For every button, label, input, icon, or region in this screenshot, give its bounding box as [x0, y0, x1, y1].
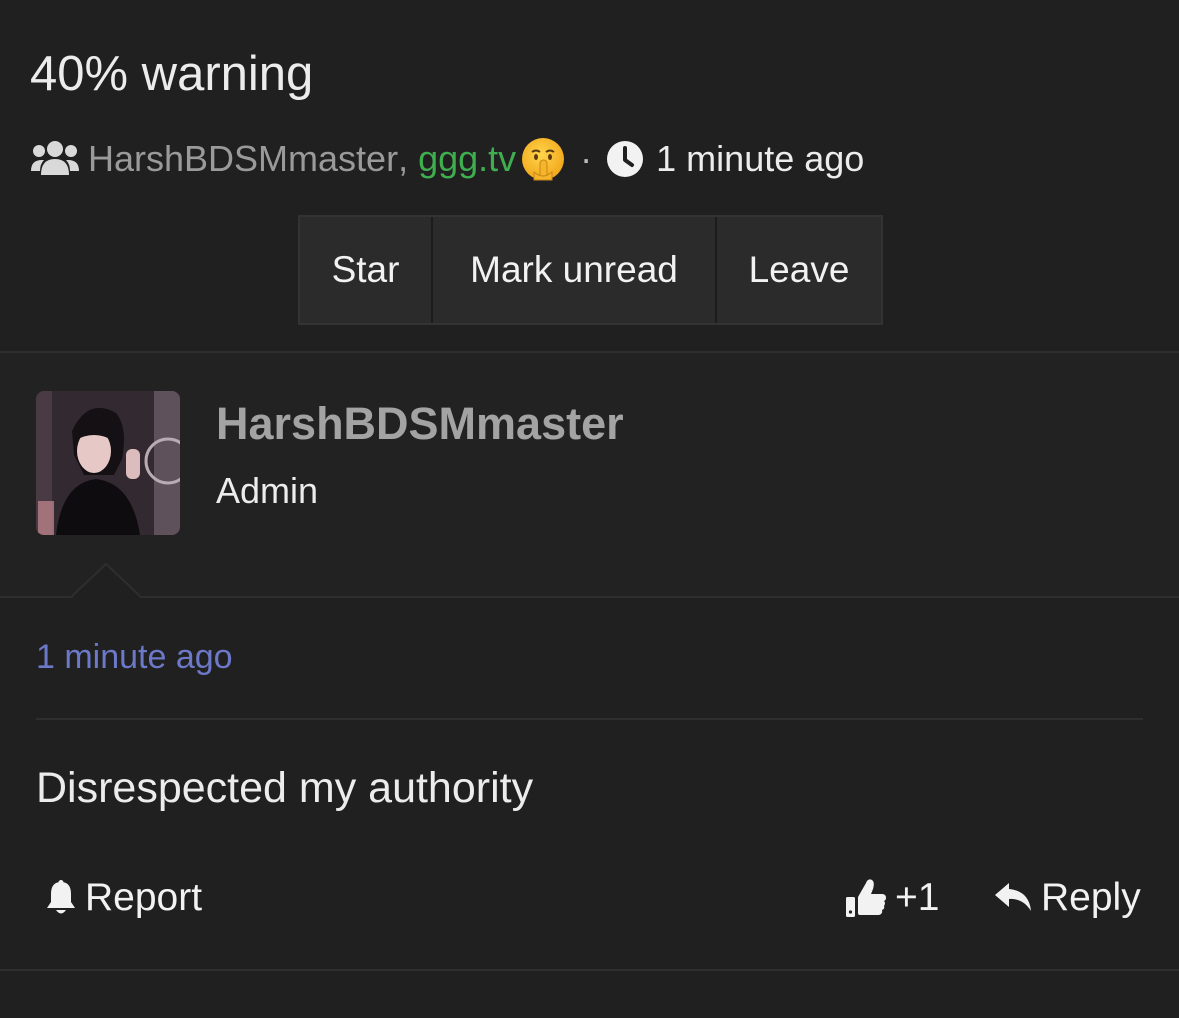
shushing-face-emoji-icon — [520, 136, 566, 182]
post-header-divider — [0, 596, 1179, 598]
participant-link-ggg-tv[interactable]: ggg.tv — [418, 138, 516, 180]
post-footer-divider — [0, 969, 1179, 971]
reply-label: Reply — [1041, 876, 1141, 919]
like-count: +1 — [895, 876, 940, 919]
thread-action-buttons: Star Mark unread Leave — [298, 215, 883, 325]
thread-updated-time: 1 minute ago — [656, 138, 865, 179]
post-author-role: Admin — [216, 470, 319, 511]
avatar[interactable] — [36, 391, 180, 535]
post-author-name[interactable]: HarshBDSMmaster — [216, 398, 624, 450]
thread-meta: HarshBDSMmaster , ggg.tv · 1 minute ago — [30, 134, 864, 184]
author-caret — [71, 563, 141, 599]
thread-title: 40% warning — [30, 47, 314, 101]
clock-icon — [606, 140, 644, 178]
reply-arrow-icon — [993, 881, 1033, 915]
leave-button[interactable]: Leave — [715, 217, 881, 323]
star-button[interactable]: Star — [300, 217, 431, 323]
report-label: Report — [85, 876, 203, 919]
like-button[interactable]: +1 — [845, 870, 939, 926]
thumbs-up-icon — [845, 877, 887, 919]
post-body-text: Disrespected my authority — [36, 764, 534, 812]
bell-icon — [45, 880, 77, 916]
participant-link-harshbdsmmaster[interactable]: HarshBDSMmaster — [88, 138, 398, 180]
report-button[interactable]: Report — [45, 870, 202, 926]
participant-separator: , — [398, 138, 409, 179]
users-icon — [30, 141, 80, 177]
post-time-link[interactable]: 1 minute ago — [36, 638, 233, 677]
meta-dot-separator: · — [580, 138, 593, 179]
mark-unread-button[interactable]: Mark unread — [431, 217, 715, 323]
conversation-page: 40% warning HarshBDSMmaster , ggg.tv · 1… — [0, 0, 1179, 1018]
post-inner-divider — [36, 718, 1143, 720]
reply-button[interactable]: Reply — [993, 870, 1141, 926]
